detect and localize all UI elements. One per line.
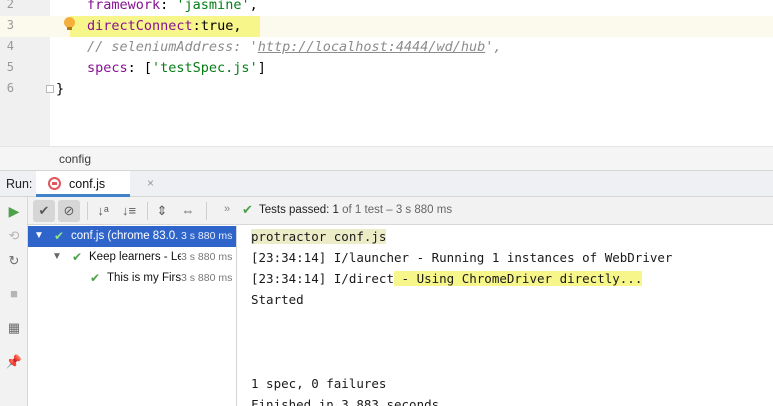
passed-check-icon: ✔ xyxy=(72,250,83,264)
run-label: Run: xyxy=(6,177,33,191)
breadcrumb-item[interactable]: config xyxy=(59,152,91,166)
code-line[interactable]: 2 framework: 'jasmine', xyxy=(0,0,773,16)
fold-marker-icon[interactable] xyxy=(46,85,54,93)
line-number: 6 xyxy=(6,81,14,95)
rerun-failed-icon[interactable]: ⟲ xyxy=(3,225,25,247)
layout-icon[interactable]: ▦ xyxy=(3,317,25,339)
tree-row-label: Keep learners - Le xyxy=(89,251,181,263)
code-text: directConnect:true, xyxy=(87,18,242,34)
tab-label: conf.js xyxy=(69,177,106,191)
passed-check-icon: ✔ xyxy=(90,271,101,285)
toolbar-separator xyxy=(87,202,88,220)
line-number: 4 xyxy=(6,39,14,53)
tree-row-test[interactable]: ✔ This is my Firs 3 s 880 ms xyxy=(28,268,236,289)
code-comment: // seleniumAddress: 'http://localhost:44… xyxy=(87,39,502,55)
rerun-icon[interactable]: ▶ xyxy=(3,200,25,222)
tab-conf-js[interactable]: conf.js × xyxy=(36,171,154,197)
console-output[interactable]: protractor conf.js [23:34:14] I/launcher… xyxy=(238,226,773,406)
sort-alphabetically-icon[interactable]: ↓ᵃ xyxy=(92,200,114,222)
code-line[interactable]: 5 specs: ['testSpec.js'] xyxy=(0,58,773,79)
console-line: 1 spec, 0 failures xyxy=(251,376,387,391)
code-text: specs: ['testSpec.js'] xyxy=(87,60,266,76)
show-passed-icon[interactable]: ✔ xyxy=(33,200,55,222)
sort-by-duration-icon[interactable]: ↓≡ xyxy=(118,200,140,222)
tree-row-duration: 3 s 880 ms xyxy=(181,272,233,284)
line-number: 3 xyxy=(6,18,14,32)
close-icon[interactable]: × xyxy=(147,176,154,190)
more-actions-icon[interactable]: » xyxy=(224,203,230,215)
code-editor[interactable]: 2 framework: 'jasmine', 3 directConnect:… xyxy=(0,0,773,146)
expand-all-icon[interactable]: ⇕ xyxy=(151,200,173,222)
tree-row-suite-root[interactable]: ▼ ✔ conf.js (chrome 83.0. 3 s 880 ms xyxy=(28,226,236,247)
lightbulb-icon[interactable] xyxy=(64,17,75,30)
code-line[interactable]: 6 } xyxy=(0,79,773,100)
code-text: } xyxy=(56,81,65,97)
breadcrumb: config xyxy=(0,146,773,170)
show-ignored-icon[interactable]: ⊘ xyxy=(58,200,80,222)
pin-icon[interactable]: 📌 xyxy=(3,351,25,373)
code-text: framework: 'jasmine', xyxy=(87,0,258,13)
console-line: Finished in 3.883 seconds xyxy=(251,397,440,406)
run-side-toolbar: ▶ ⟲ ↻ ■ ▦ 📌 xyxy=(0,197,28,406)
test-tree: ▼ ✔ conf.js (chrome 83.0. 3 s 880 ms ▼ ✔… xyxy=(28,226,237,406)
run-tool-window-header: Run: conf.js × xyxy=(0,170,773,197)
tree-row-suite[interactable]: ▼ ✔ Keep learners - Le 3 s 880 ms xyxy=(28,247,236,268)
tree-row-duration: 3 s 880 ms xyxy=(181,251,233,263)
test-runner-toolbar: ✔ ⊘ ↓ᵃ ↓≡ ⇕ ⇔ » ✔ Tests passed: 1 of 1 t… xyxy=(28,197,773,225)
code-line-current[interactable]: 3 directConnect:true, xyxy=(0,16,773,37)
line-number: 5 xyxy=(6,60,14,74)
expand-arrow-icon[interactable]: ▼ xyxy=(34,230,44,242)
toolbar-separator xyxy=(206,202,207,220)
tree-row-duration: 3 s 880 ms xyxy=(181,230,233,242)
expand-arrow-icon[interactable]: ▼ xyxy=(52,251,62,263)
console-line: Started xyxy=(251,292,304,307)
passed-check-icon: ✔ xyxy=(54,229,65,243)
tree-row-label: conf.js (chrome 83.0. xyxy=(71,230,179,242)
passed-check-icon: ✔ xyxy=(242,202,253,217)
console-line: [23:34:14] I/launcher - Running 1 instan… xyxy=(251,250,673,265)
console-line: [23:34:14] I/direct - Using ChromeDriver… xyxy=(251,271,643,286)
test-status: Tests passed: 1 of 1 test – 3 s 880 ms xyxy=(259,204,453,216)
console-line: protractor conf.js xyxy=(251,229,387,244)
tree-row-label: This is my Firs xyxy=(107,272,181,284)
collapse-all-icon[interactable]: ⇔ xyxy=(177,200,199,222)
toggle-auto-test-icon[interactable]: ↻ xyxy=(3,250,25,272)
toolbar-separator xyxy=(147,202,148,220)
code-line[interactable]: 4 // seleniumAddress: 'http://localhost:… xyxy=(0,37,773,58)
stop-icon[interactable]: ■ xyxy=(3,283,25,305)
protractor-icon xyxy=(48,177,61,190)
line-number: 2 xyxy=(6,0,14,11)
